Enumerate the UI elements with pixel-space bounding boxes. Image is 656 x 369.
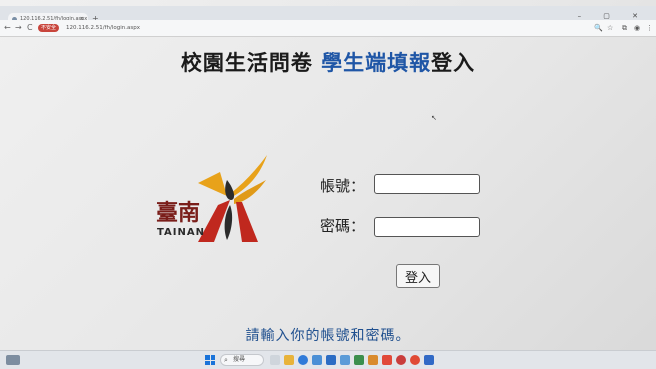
password-label: 密碼：	[320, 217, 366, 235]
logo-text: TAINAN	[157, 227, 205, 238]
app-icon-4[interactable]	[382, 355, 392, 365]
taskbar: ⌕ 搜尋	[0, 350, 656, 369]
taskbar-search[interactable]: ⌕ 搜尋	[220, 354, 264, 366]
browser-tab-bar: 120.116.2.51/fh/login.aspx × + – ▢ ✕	[0, 6, 656, 26]
reload-icon[interactable]: C	[27, 22, 33, 34]
instruction-text: 請輸入你的帳號和密碼。	[245, 328, 411, 344]
page-title: 校園生活問卷 學生端填報登入	[0, 47, 656, 77]
title-prefix: 校園生活問卷	[180, 50, 322, 75]
extensions-icon[interactable]: ⧉	[622, 22, 627, 34]
app-icon-2[interactable]	[354, 355, 364, 365]
address-bar: ← → C 不安全 120.116.2.51/fh/login.aspx 🔍 ☆…	[0, 20, 656, 37]
app-icon[interactable]	[340, 355, 350, 365]
chrome-icon[interactable]	[410, 355, 420, 365]
forward-icon[interactable]: →	[15, 22, 22, 34]
zoom-icon[interactable]: 🔍	[594, 22, 603, 34]
menu-icon[interactable]: ⋮	[646, 22, 653, 34]
app-icon-5[interactable]	[396, 355, 406, 365]
security-badge[interactable]: 不安全	[38, 24, 60, 32]
screen: 120.116.2.51/fh/login.aspx × + – ▢ ✕ ← →…	[0, 0, 656, 369]
edge-icon[interactable]	[298, 355, 308, 365]
back-icon[interactable]: ←	[4, 22, 11, 34]
login-button[interactable]: 登入	[396, 264, 440, 288]
account-label: 帳號：	[320, 177, 366, 195]
mail-icon[interactable]	[326, 355, 336, 365]
mouse-cursor-icon: ↖	[431, 114, 437, 122]
file-explorer-icon[interactable]	[284, 355, 294, 365]
account-field[interactable]	[374, 174, 480, 194]
search-label: 搜尋	[233, 356, 246, 363]
search-icon: ⌕	[224, 356, 228, 364]
logo-glyphs: 臺南	[156, 200, 200, 226]
title-highlight: 學生端填報	[321, 50, 432, 75]
task-view-icon[interactable]	[270, 355, 280, 365]
bookmark-star-icon[interactable]: ☆	[607, 22, 613, 34]
profile-icon[interactable]: ◉	[634, 22, 640, 34]
widgets-icon[interactable]	[6, 355, 20, 365]
windows-start-icon[interactable]	[205, 355, 215, 365]
store-icon[interactable]	[312, 355, 322, 365]
title-suffix: 登入	[431, 50, 476, 75]
password-field[interactable]	[374, 217, 480, 237]
url-field[interactable]: 120.116.2.51/fh/login.aspx	[66, 23, 140, 33]
app-icon-6[interactable]	[424, 355, 434, 365]
window-controls[interactable]: – ▢ ✕	[578, 12, 648, 20]
app-icon-3[interactable]	[368, 355, 378, 365]
